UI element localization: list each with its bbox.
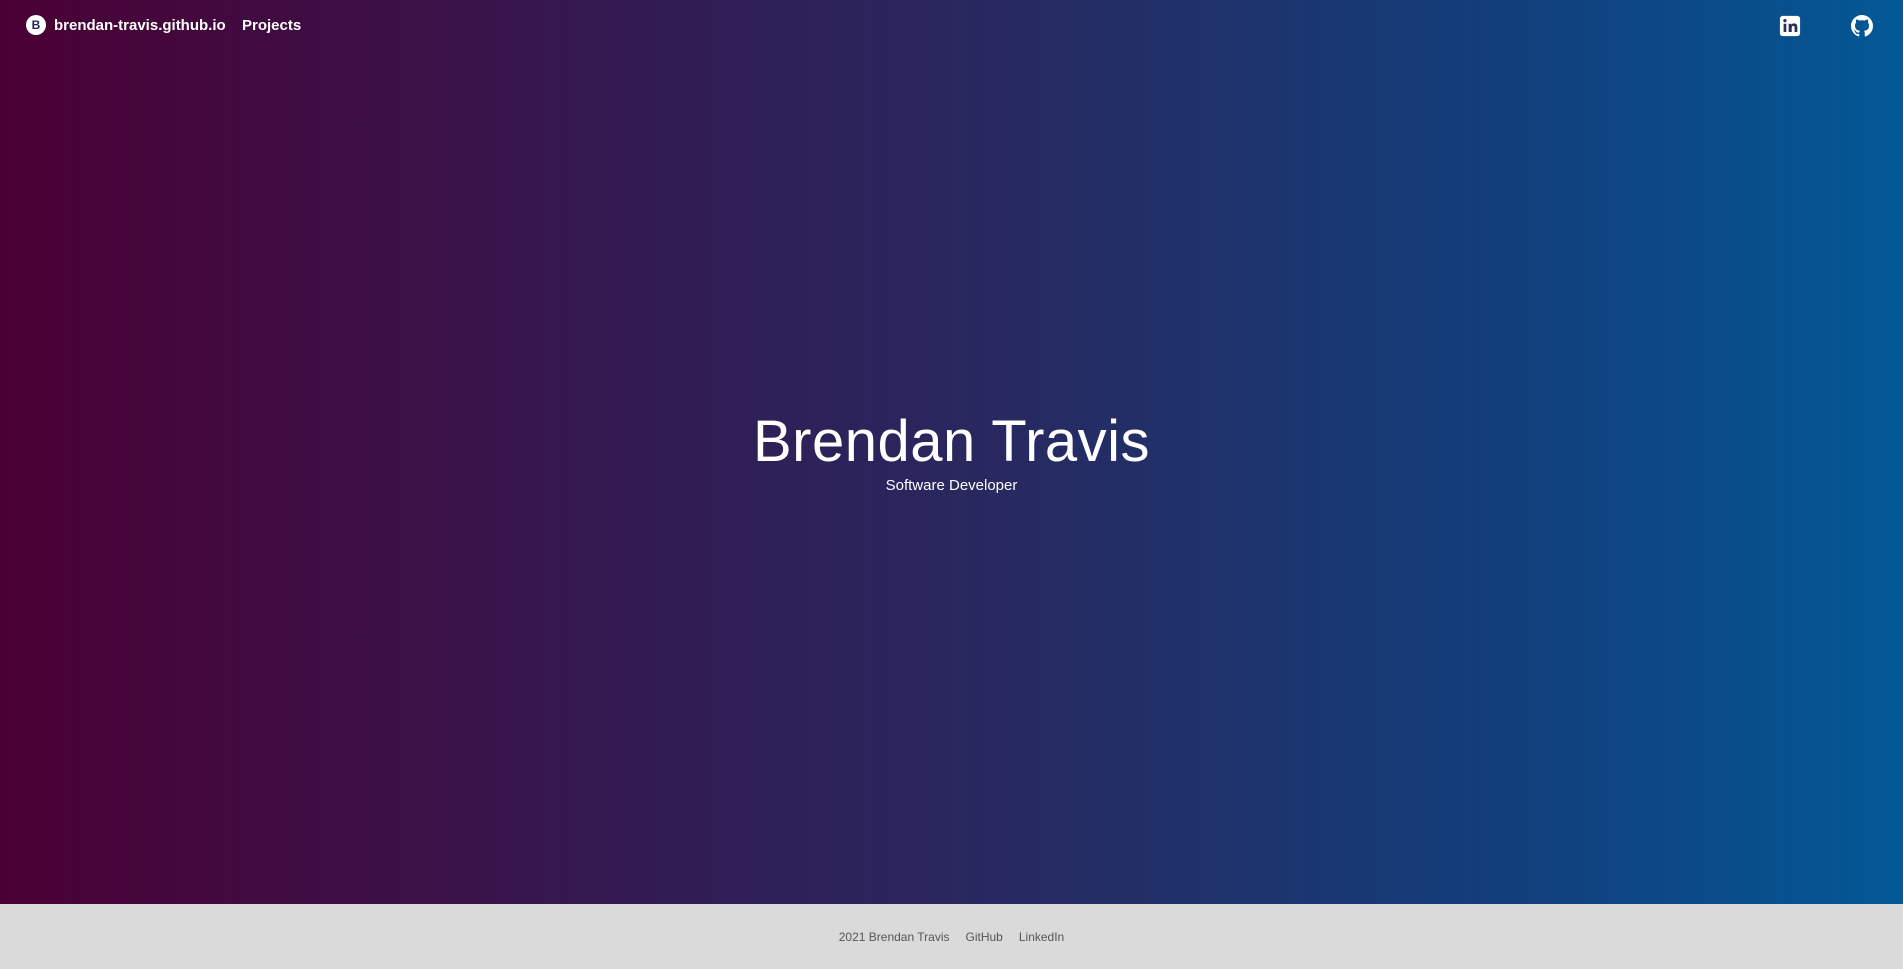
hero-subtitle: Software Developer <box>885 477 1018 494</box>
page: B brendan-travis.github.io Projects Bren… <box>0 0 1903 969</box>
hero-section: B brendan-travis.github.io Projects Bren… <box>0 0 1903 904</box>
footer-linkedin-link[interactable]: LinkedIn <box>1019 930 1064 944</box>
hero-title: Brendan Travis <box>752 409 1151 474</box>
navbar: B brendan-travis.github.io Projects <box>0 0 1903 52</box>
footer: 2021 Brendan Travis GitHub LinkedIn <box>0 904 1903 969</box>
footer-github-link[interactable]: GitHub <box>966 930 1003 944</box>
hero-content: Brendan Travis Software Developer <box>0 408 1903 496</box>
brand-link[interactable]: B brendan-travis.github.io <box>26 15 226 35</box>
nav-link-projects[interactable]: Projects <box>242 17 301 34</box>
brand-text: brendan-travis.github.io <box>54 16 226 34</box>
footer-copyright: 2021 Brendan Travis <box>838 929 950 944</box>
linkedin-icon[interactable] <box>1779 15 1801 37</box>
brand-logo: B <box>26 15 46 35</box>
github-icon[interactable] <box>1851 15 1873 37</box>
